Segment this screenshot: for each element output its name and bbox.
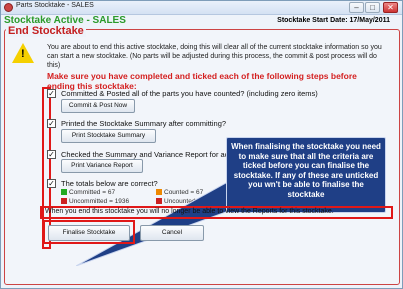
checked-variance-checkbox[interactable]: ✓ xyxy=(47,150,56,159)
finalise-callout: When finalising the stocktake you need t… xyxy=(226,137,386,213)
totals-correct-label: The totals below are correct? xyxy=(61,179,158,188)
warning-icon: ! xyxy=(12,43,34,63)
counted-total: Counted = 67 xyxy=(156,189,203,196)
print-stocktake-summary-button[interactable]: Print Stocktake Summary xyxy=(61,129,156,143)
app-icon xyxy=(4,3,13,12)
committed-total: Committed = 67 xyxy=(61,189,115,196)
totals-correct-checkbox[interactable]: ✓ xyxy=(47,179,56,188)
title-bar[interactable]: Parts Stocktake - SALES – □ ✕ xyxy=(1,1,402,15)
maximize-button[interactable]: □ xyxy=(365,2,380,13)
committed-posted-label: Committed & Posted all of the parts you … xyxy=(61,89,318,98)
uncounted-swatch xyxy=(156,198,162,204)
committed-posted-checkbox[interactable]: ✓ xyxy=(47,89,56,98)
committed-swatch xyxy=(61,189,67,195)
cancel-button[interactable]: Cancel xyxy=(140,225,204,241)
notice-text: When you end this stocktake you will no … xyxy=(45,208,334,215)
intro-text: You are about to end this active stockta… xyxy=(47,44,382,69)
uncounted-total: Uncounted = 1936 xyxy=(156,198,217,205)
uncommitted-total: Uncommitted = 1936 xyxy=(61,198,129,205)
uncommitted-swatch xyxy=(61,198,67,204)
print-variance-report-button[interactable]: Print Variance Report xyxy=(61,159,143,173)
window-title: Parts Stocktake - SALES xyxy=(16,2,94,9)
printed-summary-checkbox[interactable]: ✓ xyxy=(47,119,56,128)
finalise-highlight xyxy=(43,220,135,244)
counted-swatch xyxy=(156,189,162,195)
end-stocktake-legend: End Stocktake xyxy=(6,25,86,37)
stocktake-window: Parts Stocktake - SALES – □ ✕ Stocktake … xyxy=(0,0,403,289)
minimize-button[interactable]: – xyxy=(349,2,364,13)
printed-summary-label: Printed the Stocktake Summary after comm… xyxy=(61,119,227,128)
close-button[interactable]: ✕ xyxy=(383,2,398,13)
stocktake-start-date: Stocktake Start Date: 17/May/2011 xyxy=(277,17,390,24)
steps-heading: Make sure you have completed and ticked … xyxy=(47,71,357,91)
commit-post-now-button[interactable]: Commit & Post Now xyxy=(61,99,135,113)
